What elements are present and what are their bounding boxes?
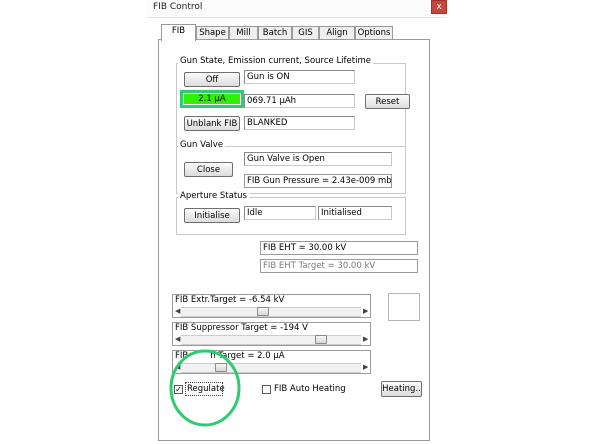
- fib-gun-pressure-field: FIB Gun Pressure = 2.43e-009 mbar: [244, 174, 392, 188]
- aperture-state-idle: Idle: [244, 206, 316, 220]
- regulate-label[interactable]: Regulate: [187, 384, 225, 394]
- source-lifetime-field: 069.71 µAh: [244, 94, 355, 108]
- tab-shape[interactable]: Shape: [196, 26, 229, 40]
- suppressor-target-label: FIB Suppressor Target = -194 V: [175, 323, 308, 333]
- aperture-status-group-title: Aperture Status: [178, 191, 249, 201]
- tab-gis[interactable]: GIS: [292, 26, 319, 40]
- tab-batch[interactable]: Batch: [258, 26, 292, 40]
- scroll-right-icon[interactable]: ▶: [363, 335, 368, 343]
- fib-auto-heating-checkbox[interactable]: [262, 385, 271, 394]
- gun-valve-close-button[interactable]: Close: [184, 162, 233, 177]
- extractor-slider-track[interactable]: [181, 307, 361, 317]
- heating-button[interactable]: Heating..: [381, 381, 422, 397]
- scroll-right-icon[interactable]: ▶: [363, 363, 368, 371]
- fib-eht-target-field: FIB EHT Target = 30.00 kV: [260, 259, 418, 273]
- gun-state-group-title: Gun State, Emission current, Source Life…: [178, 56, 373, 66]
- emission-slider-thumb[interactable]: [214, 363, 227, 372]
- gun-valve-status-field: Gun Valve is Open: [244, 152, 392, 166]
- close-button[interactable]: x: [431, 0, 447, 14]
- window-title: FIB Control: [153, 2, 203, 12]
- fib-control-window: FIB Control x FIB Shape Mill Batch GIS A…: [147, 0, 447, 444]
- emission-target-slider[interactable]: FIB n Target = 2.0 µA ◀ ▶: [172, 350, 371, 374]
- gun-off-button[interactable]: Off: [184, 72, 240, 87]
- emission-current-value: 2.1 µA: [184, 94, 240, 104]
- extractor-slider-thumb[interactable]: [256, 307, 269, 316]
- reset-button[interactable]: Reset: [365, 94, 410, 109]
- suppressor-target-slider[interactable]: FIB Suppressor Target = -194 V ◀ ▶: [172, 322, 371, 346]
- scroll-left-icon[interactable]: ◀: [175, 307, 180, 315]
- gun-status-field: Gun is ON: [244, 70, 355, 84]
- fib-auto-heating-label[interactable]: FIB Auto Heating: [274, 384, 346, 394]
- status-indicator-box: [388, 293, 420, 321]
- tab-mill[interactable]: Mill: [229, 26, 258, 40]
- suppressor-slider-thumb[interactable]: [315, 335, 328, 344]
- scroll-left-icon[interactable]: ◀: [175, 363, 180, 371]
- blank-status-field: BLANKED: [244, 116, 355, 130]
- aperture-state-initialised: Initialised: [318, 206, 392, 220]
- tab-align[interactable]: Align: [319, 26, 355, 40]
- scroll-left-icon[interactable]: ◀: [175, 335, 180, 343]
- extractor-target-label: FIB Extr.Target = -6.54 kV: [175, 295, 285, 305]
- fib-eht-field: FIB EHT = 30.00 kV: [260, 241, 418, 255]
- tab-options[interactable]: Options: [355, 26, 393, 40]
- gun-valve-group-title: Gun Valve: [178, 140, 226, 150]
- scroll-right-icon[interactable]: ▶: [363, 307, 368, 315]
- extractor-target-slider[interactable]: FIB Extr.Target = -6.54 kV ◀ ▶: [172, 294, 371, 318]
- regulate-checkbox[interactable]: ✓: [174, 385, 183, 394]
- title-bar: FIB Control x: [147, 0, 447, 18]
- aperture-initialise-button[interactable]: Initialise: [184, 208, 240, 223]
- suppressor-slider-track[interactable]: [181, 335, 361, 345]
- unblank-fib-button[interactable]: Unblank FIB: [184, 116, 240, 131]
- fib-tab-panel: Gun State, Emission current, Source Life…: [158, 39, 430, 441]
- emission-target-label: FIB n Target = 2.0 µA: [175, 351, 285, 361]
- emission-slider-track[interactable]: [181, 363, 361, 373]
- tab-fib[interactable]: FIB: [161, 24, 196, 41]
